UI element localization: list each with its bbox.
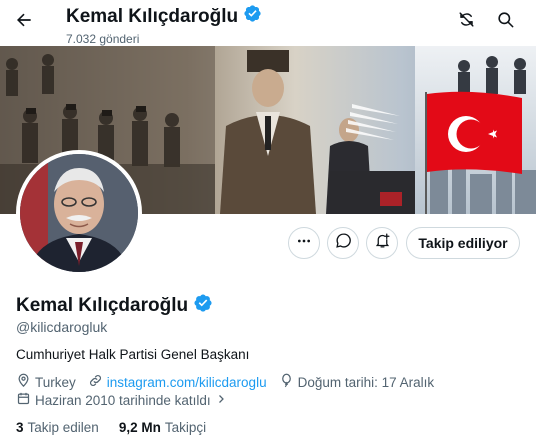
followers-label: Takipçi [164, 420, 207, 435]
birthday-item: Doğum tarihi: 17 Aralık [279, 373, 435, 391]
calendar-icon [16, 391, 31, 409]
notify-button[interactable] [366, 227, 398, 259]
arrow-left-icon [14, 10, 34, 35]
following-count: 3 [16, 420, 24, 435]
joined-text: Haziran 2010 tarihinde katıldı [35, 392, 211, 408]
refresh-button[interactable] [450, 6, 482, 38]
profile-name: Kemal Kılıçdaroğlu [16, 294, 189, 316]
location-item: Turkey [16, 373, 76, 391]
refresh-icon [457, 10, 476, 34]
location-pin-icon [16, 373, 31, 391]
link-icon [88, 373, 103, 391]
header-title-block: Kemal Kılıçdaroğlu 7.032 gönderi [66, 4, 262, 46]
profile-avatar[interactable] [16, 150, 142, 276]
search-button[interactable] [489, 6, 521, 38]
profile-name-row: Kemal Kılıçdaroğlu [16, 293, 213, 318]
profile-handle: @kilicdarogluk [16, 319, 108, 335]
following-link[interactable]: 3 Takip edilen [16, 420, 99, 435]
followers-count: 9,2 Mn [118, 420, 161, 435]
followers-link[interactable]: 9,2 Mn Takipçi [119, 420, 206, 435]
website-item[interactable]: instagram.com/kilicdaroglu [88, 373, 267, 391]
profile-meta-row: Turkey instagram.com/kilicdaroglu Doğum … [16, 373, 446, 391]
bell-plus-icon [374, 232, 391, 254]
more-button[interactable] [288, 227, 320, 259]
profile-joined-row: Haziran 2010 tarihinde katıldı [16, 391, 239, 409]
post-count: 7.032 gönderi [66, 32, 140, 46]
message-icon [335, 232, 352, 254]
header-title: Kemal Kılıçdaroğlu [66, 5, 239, 27]
back-button[interactable] [8, 6, 40, 38]
verified-badge-icon [193, 293, 213, 318]
website-link[interactable]: instagram.com/kilicdaroglu [107, 375, 267, 390]
birthday-text: Doğum tarihi: 17 Aralık [297, 374, 435, 390]
balloon-icon [279, 373, 294, 391]
profile-bio: Cumhuriyet Halk Partisi Genel Başkanı [16, 347, 250, 362]
more-icon [296, 233, 312, 254]
top-bar: Kemal Kılıçdaroğlu 7.032 gönderi [0, 0, 536, 46]
following-button[interactable]: Takip ediliyor [406, 227, 520, 259]
verified-badge-icon [243, 4, 262, 29]
following-label: Takip edilen [27, 420, 99, 435]
location-text: Turkey [35, 374, 76, 390]
follow-stats: 3 Takip edilen 9,2 Mn Takipçi [16, 420, 206, 435]
joined-item[interactable]: Haziran 2010 tarihinde katıldı [16, 391, 227, 409]
search-icon [496, 10, 515, 34]
message-button[interactable] [327, 227, 359, 259]
chevron-right-icon [215, 393, 227, 408]
